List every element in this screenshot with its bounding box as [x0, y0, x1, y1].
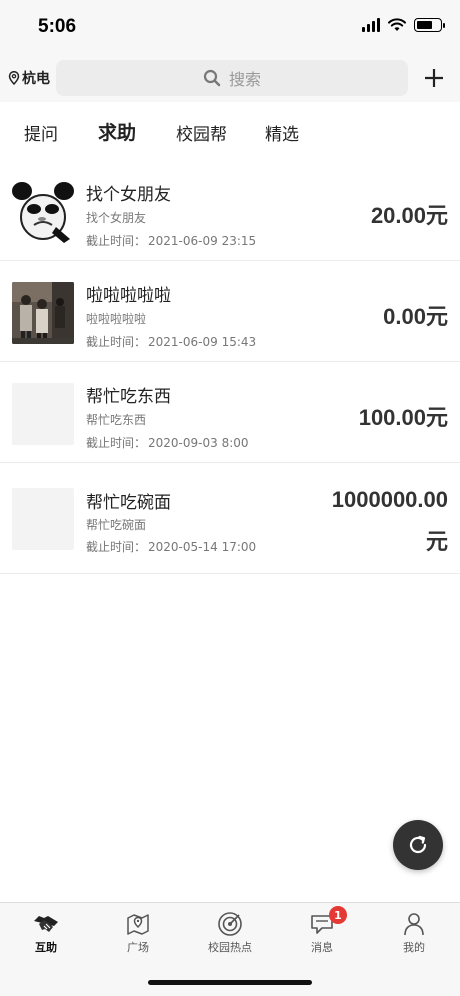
home-indicator [148, 980, 312, 985]
status-bar: 5:06 [0, 0, 460, 56]
add-button[interactable] [420, 62, 448, 94]
item-reward: 0.00元 [383, 304, 448, 329]
nav-item-messages[interactable]: 1 消息 [292, 906, 352, 955]
user-icon [403, 911, 425, 937]
nav-label: 广场 [127, 941, 149, 954]
refresh-icon [409, 835, 427, 854]
unread-badge: 1 [329, 906, 347, 924]
blank-thumbnail [12, 383, 74, 445]
nav-item-mutual-help[interactable]: 互助 [16, 911, 76, 955]
search-placeholder: 搜索 [228, 70, 261, 89]
nav-label: 我的 [403, 941, 425, 954]
tab-campus-help[interactable]: 校园帮 [176, 120, 227, 145]
tab-featured[interactable]: 精选 [265, 120, 299, 145]
refresh-button[interactable] [393, 820, 443, 870]
item-description: 啦啦啦啦啦 [86, 312, 147, 326]
tab-questions[interactable]: 提问 [24, 120, 58, 145]
item-reward: 20.00元 [370, 203, 448, 228]
item-title: 帮忙吃东西 [86, 387, 171, 407]
item-deadline: 截止时间： 2020-09-03 8:00 [86, 434, 249, 451]
deadline-value: 2020-09-03 8:00 [148, 436, 249, 450]
status-time: 5:06 [38, 16, 77, 37]
deadline-value: 2020-05-14 17:00 [148, 540, 257, 554]
deadline-value: 2021-06-09 23:15 [148, 234, 257, 248]
tab-help[interactable]: 求助 [98, 118, 136, 145]
map-pin-icon [126, 911, 150, 937]
reward-unit: 元 [425, 529, 448, 554]
deadline-label: 截止时间： [86, 234, 147, 248]
wifi-icon [388, 18, 406, 31]
deadline-label: 截止时间： [86, 540, 147, 554]
location-label: 杭电 [22, 71, 50, 87]
item-title: 帮忙吃碗面 [86, 493, 171, 513]
search-icon [203, 69, 221, 87]
deadline-label: 截止时间： [86, 335, 147, 349]
blank-thumbnail [12, 488, 74, 550]
item-reward: 100.00元 [358, 405, 448, 430]
item-title: 找个女朋友 [86, 185, 171, 205]
reward-amount: 1000000.00 [331, 487, 448, 512]
panda-meme-image [12, 181, 74, 243]
item-title: 啦啦啦啦啦 [86, 286, 171, 306]
location-selector[interactable]: 杭电 [8, 68, 50, 88]
deadline-label: 截止时间： [86, 436, 147, 450]
search-input[interactable]: 搜索 [56, 60, 408, 96]
item-description: 帮忙吃碗面 [86, 518, 147, 532]
category-tabs: 提问 求助 校园帮 精选 [0, 102, 460, 160]
nav-item-plaza[interactable]: 广场 [108, 911, 168, 955]
help-request-list: 找个女朋友 找个女朋友 截止时间： 2021-06-09 23:15 20.00元 [0, 160, 460, 574]
status-icons [362, 18, 445, 32]
list-item[interactable]: 啦啦啦啦啦 啦啦啦啦啦 截止时间： 2021-06-09 15:43 0.00元 [0, 261, 460, 362]
nav-item-campus-hot[interactable]: 校园热点 [200, 911, 260, 955]
list-item[interactable]: 找个女朋友 找个女朋友 截止时间： 2021-06-09 23:15 20.00元 [0, 160, 460, 261]
deadline-value: 2021-06-09 15:43 [148, 335, 257, 349]
list-item[interactable]: 帮忙吃东西 帮忙吃东西 截止时间： 2020-09-03 8:00 100.00元 [0, 362, 460, 463]
location-pin-icon [8, 71, 20, 85]
handshake-icon [33, 911, 59, 937]
battery-icon [414, 18, 445, 32]
item-deadline: 截止时间： 2021-06-09 23:15 [86, 232, 256, 249]
nav-item-profile[interactable]: 我的 [384, 911, 444, 955]
item-description: 找个女朋友 [86, 211, 147, 225]
item-deadline: 截止时间： 2020-05-14 17:00 [86, 538, 256, 555]
target-icon [217, 911, 243, 937]
people-photo [12, 282, 74, 344]
signal-icon [362, 18, 380, 32]
message-icon: 1 [310, 906, 347, 937]
nav-label: 校园热点 [208, 941, 252, 954]
nav-label: 消息 [311, 941, 333, 954]
nav-label: 互助 [35, 941, 57, 954]
plus-icon [425, 69, 443, 87]
search-header: 杭电 搜索 [0, 56, 460, 102]
list-item[interactable]: 帮忙吃碗面 帮忙吃碗面 截止时间： 2020-05-14 17:00 100000… [0, 463, 460, 574]
item-description: 帮忙吃东西 [86, 413, 147, 427]
item-deadline: 截止时间： 2021-06-09 15:43 [86, 333, 256, 350]
item-reward: 1000000.00 元 [298, 483, 448, 559]
